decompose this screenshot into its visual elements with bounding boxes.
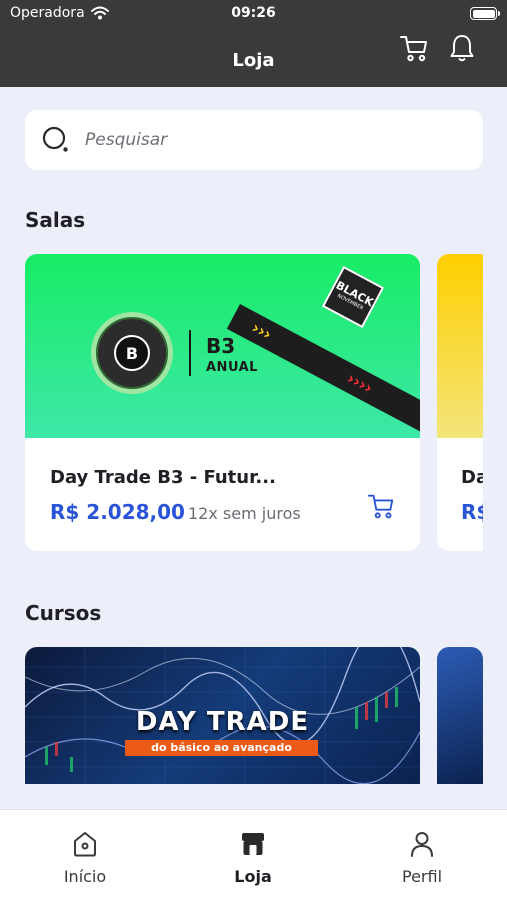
status-time: 09:26: [231, 5, 276, 21]
bell-icon[interactable]: [449, 33, 475, 63]
store-icon: [242, 833, 264, 855]
logo-divider: [189, 330, 191, 376]
search-bar[interactable]: [25, 110, 483, 170]
banner-title: B3: [206, 334, 236, 358]
product-price: R$ 2.028,00: [50, 500, 185, 524]
tab-label: Início: [63, 867, 107, 886]
product-card-peek[interactable]: Da R$: [437, 254, 483, 551]
b3-logo: B: [91, 312, 173, 394]
page-title: Loja: [232, 50, 275, 71]
section-title-salas: Salas: [25, 208, 86, 232]
person-icon: [411, 832, 433, 857]
course-title: DAY TRADE: [135, 707, 310, 737]
battery-icon: [470, 7, 500, 20]
black-friday-badge: BLACK NOVEMBER: [321, 265, 385, 329]
product-banner: [437, 254, 483, 438]
product-banner: ››› ›››› BLACK NOVEMBER B B3 ANUAL: [25, 254, 420, 438]
tab-bar: Início Loja Perfil: [0, 809, 507, 900]
tab-label: Perfil: [401, 867, 443, 886]
status-bar: Operadora 09:26: [0, 0, 507, 28]
banner-subtitle: ANUAL: [206, 360, 258, 375]
logo-letter: B: [114, 335, 150, 371]
cart-icon[interactable]: [399, 33, 429, 63]
section-title-cursos: Cursos: [25, 601, 102, 625]
course-card[interactable]: DAY TRADE do básico ao avançado: [25, 647, 420, 784]
tab-loja[interactable]: Loja: [193, 810, 313, 900]
tab-inicio[interactable]: Início: [25, 810, 145, 900]
tab-perfil[interactable]: Perfil: [362, 810, 482, 900]
app-header: Operadora 09:26 Loja: [0, 0, 507, 87]
product-name: Da: [461, 467, 483, 488]
add-to-cart-icon[interactable]: [367, 492, 395, 520]
product-installments: 12x sem juros: [188, 504, 301, 523]
product-name: Day Trade B3 - Futur...: [50, 467, 276, 488]
tab-label: Loja: [234, 867, 272, 886]
search-icon: [42, 126, 68, 152]
search-input[interactable]: [85, 130, 445, 150]
product-card[interactable]: ››› ›››› BLACK NOVEMBER B B3 ANUAL Day T…: [25, 254, 420, 551]
home-icon: [74, 832, 96, 857]
course-card-peek[interactable]: [437, 647, 483, 784]
course-subtitle: do básico ao avançado: [125, 740, 318, 756]
product-price: R$: [461, 500, 483, 524]
